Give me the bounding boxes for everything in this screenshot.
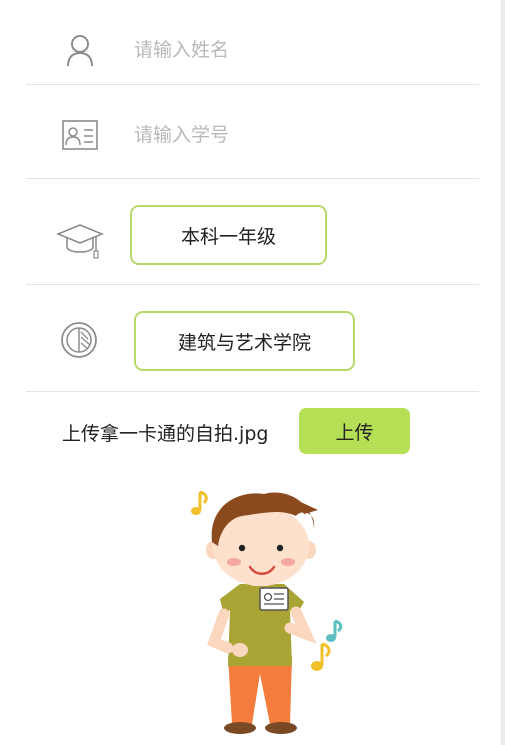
name-row xyxy=(26,0,479,85)
graduation-cap-icon xyxy=(56,223,104,259)
grade-select[interactable]: 本科一年级 xyxy=(130,205,327,265)
student-mascot-illustration xyxy=(180,484,350,743)
college-icon xyxy=(60,321,98,359)
scrollbar-track xyxy=(501,0,505,745)
upload-filename: 上传拿一卡通的自拍.jpg xyxy=(62,423,269,445)
student-id-input[interactable] xyxy=(134,124,454,146)
college-row: 建筑与艺术学院 xyxy=(26,285,479,392)
music-note-icon xyxy=(191,490,208,515)
grade-row: 本科一年级 xyxy=(26,179,479,285)
person-icon xyxy=(66,34,94,68)
college-select[interactable]: 建筑与艺术学院 xyxy=(134,311,355,371)
student-id-row xyxy=(26,85,479,179)
grade-value: 本科一年级 xyxy=(180,225,276,248)
music-note-icon xyxy=(326,619,343,642)
upload-button[interactable]: 上传 xyxy=(299,408,410,454)
college-value: 建筑与艺术学院 xyxy=(177,331,311,354)
music-note-icon xyxy=(311,642,331,671)
upload-button-label: 上传 xyxy=(335,421,374,444)
name-input[interactable] xyxy=(134,39,454,61)
id-card-icon xyxy=(62,120,98,150)
